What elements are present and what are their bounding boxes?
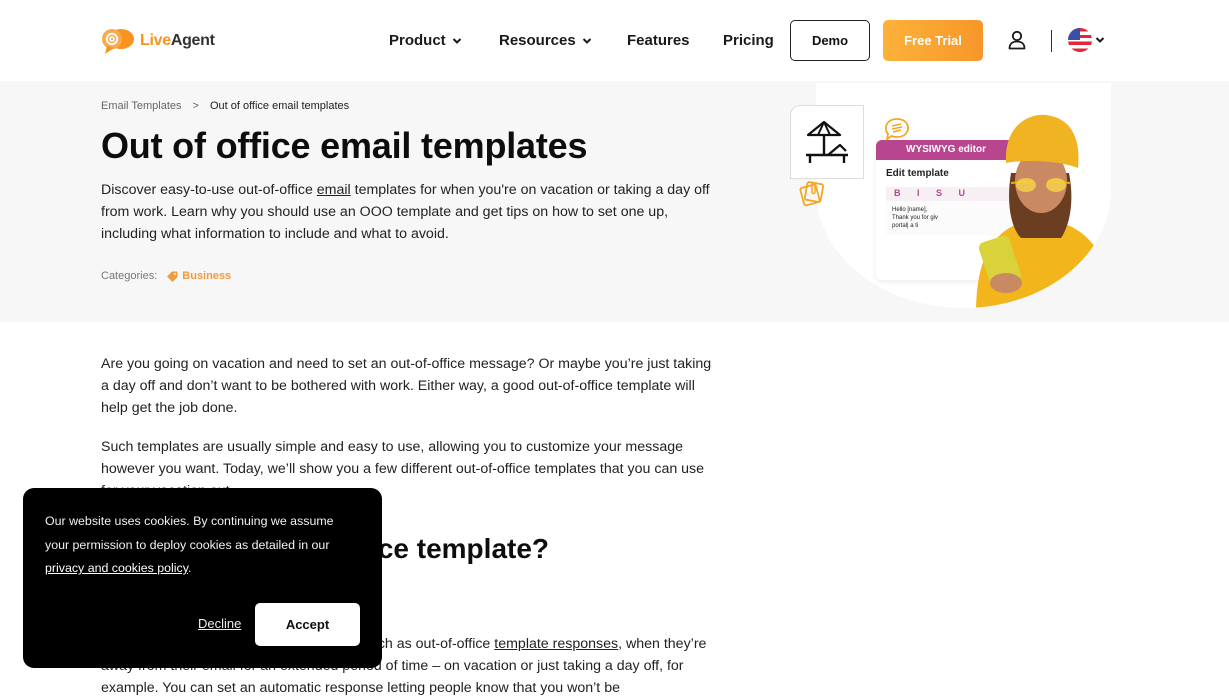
privacy-policy-link[interactable]: privacy and cookies policy — [45, 561, 188, 575]
chat-bubble-icon — [885, 118, 909, 141]
intro-paragraph-1: Are you going on vacation and need to se… — [101, 356, 712, 416]
categories-label: Categories: — [101, 270, 158, 282]
nav-features-label: Features — [627, 32, 690, 49]
beach-chair-card — [790, 105, 864, 179]
page-title: Out of office email templates — [101, 125, 588, 166]
cookie-decline-button[interactable]: Decline — [198, 616, 241, 631]
demo-button[interactable]: Demo — [790, 20, 870, 61]
chevron-down-icon — [1095, 37, 1105, 43]
email-link[interactable]: email — [317, 182, 351, 198]
nav-product-label: Product — [389, 32, 446, 49]
logo-speech-bubble-icon — [102, 29, 134, 54]
cookie-accept-button[interactable]: Accept — [255, 603, 360, 646]
site-header: LiveAgent Product Resources Features Pri… — [0, 0, 1229, 81]
breadcrumb-email-templates[interactable]: Email Templates — [101, 100, 182, 112]
language-selector[interactable] — [1068, 28, 1105, 52]
categories: Categories: Business — [101, 270, 231, 282]
paper-clip-notes-icon — [799, 181, 825, 207]
cookie-text: Our website uses cookies. By continuing … — [45, 514, 334, 575]
liveagent-logo[interactable]: LiveAgent — [101, 27, 215, 55]
breadcrumb: Email Templates > Out of office email te… — [101, 100, 349, 112]
nav-resources[interactable]: Resources — [499, 32, 592, 49]
nav-resources-label: Resources — [499, 32, 576, 49]
logo-text: LiveAgent — [140, 32, 215, 49]
free-trial-button[interactable]: Free Trial — [883, 20, 983, 61]
woman-with-phone-image — [976, 114, 1111, 308]
nav-pricing-label: Pricing — [723, 32, 774, 49]
user-icon[interactable] — [1008, 30, 1026, 50]
chevron-down-icon — [582, 37, 591, 44]
template-responses-link[interactable]: template responses — [494, 636, 618, 652]
hero-section: Email Templates > Out of office email te… — [0, 81, 1229, 322]
us-flag-icon — [1068, 28, 1092, 52]
nav-product[interactable]: Product — [389, 32, 462, 49]
breadcrumb-current: Out of office email templates — [209, 100, 350, 112]
nav-pricing[interactable]: Pricing — [723, 32, 774, 49]
cookie-banner: Our website uses cookies. By continuing … — [23, 488, 382, 668]
hero-illustration: WYSIWYG editor Edit template B I S U Hel… — [788, 83, 1118, 313]
hero-description: Discover easy-to-use out-of-office email… — [101, 182, 710, 242]
category-business[interactable]: Business — [167, 270, 231, 282]
tag-icon — [167, 271, 178, 282]
header-divider — [1051, 30, 1052, 52]
nav-features[interactable]: Features — [627, 32, 690, 49]
breadcrumb-separator: > — [192, 100, 199, 112]
chevron-down-icon — [452, 37, 461, 44]
beach-umbrella-chair-icon — [806, 120, 848, 163]
